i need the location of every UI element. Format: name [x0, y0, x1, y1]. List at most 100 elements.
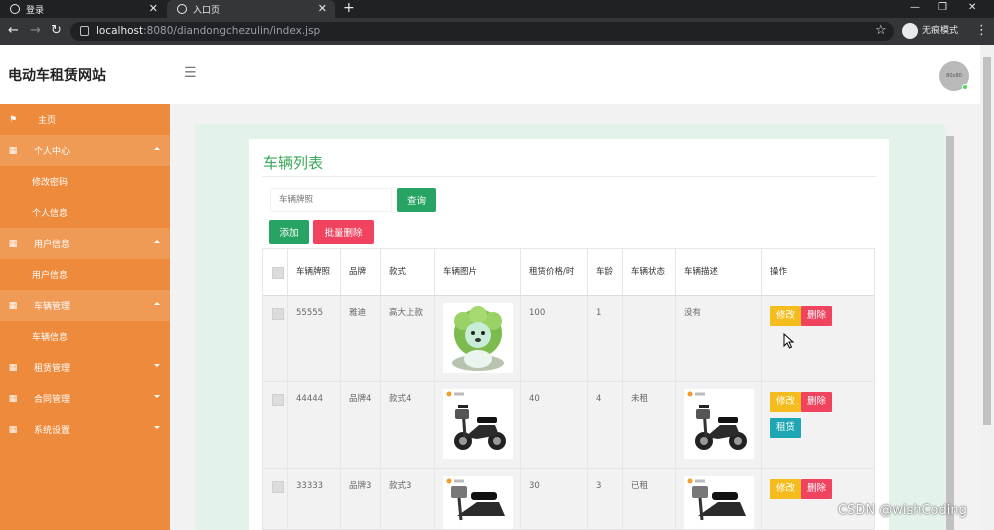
reload-icon[interactable]: ↻: [51, 23, 62, 39]
price-cell: 100: [521, 296, 588, 381]
plate-cell: 44444: [288, 382, 341, 468]
menu-toggle-icon[interactable]: ☰: [184, 65, 197, 81]
plate-cell: 33333: [288, 469, 341, 529]
sidebar-item-vehicle-management[interactable]: ▦ 车辆管理: [0, 290, 170, 321]
vehicle-image: [443, 303, 513, 373]
sidebar-item-label: 修改密码: [32, 178, 69, 188]
column-header: 操作: [762, 249, 874, 296]
browser-tab-login[interactable]: 登录 ✕: [0, 0, 166, 18]
address-bar[interactable]: localhost:8080/diandongchezulin/index.js…: [70, 22, 894, 41]
image-cell: [435, 382, 521, 468]
minimize-icon[interactable]: —: [910, 0, 920, 16]
back-icon[interactable]: ←: [8, 23, 19, 39]
style-cell: 款式3: [381, 469, 435, 529]
watermark: CSDN @wishCoding: [838, 503, 967, 518]
description-cell: 没有: [676, 296, 762, 381]
title-divider: [262, 176, 877, 177]
scooter-image: [443, 476, 513, 529]
actions-cell: 修改 删除: [762, 469, 874, 529]
caret-down-icon: [154, 364, 160, 367]
sidebar-item-user-info[interactable]: 用户信息: [0, 259, 170, 290]
close-tab-icon[interactable]: ✕: [318, 2, 327, 15]
delete-button[interactable]: 删除: [801, 306, 833, 326]
table-row: 33333 品牌3 款式3 30 3 已租 修改 删除: [263, 469, 874, 529]
status-cell: [623, 296, 676, 381]
plate-search-input[interactable]: [270, 188, 392, 212]
delete-button[interactable]: 删除: [801, 479, 833, 499]
grid-icon: ▦: [8, 393, 18, 404]
sidebar-item-change-password[interactable]: 修改密码: [0, 166, 170, 197]
globe-icon: [177, 4, 187, 14]
url-text[interactable]: localhost:8080/diandongchezulin/index.js…: [96, 22, 320, 41]
sidebar-item-label: 合同管理: [34, 395, 71, 405]
sidebar-item-system-settings[interactable]: ▦ 系统设置: [0, 414, 170, 445]
info-icon[interactable]: [80, 26, 89, 36]
sidebar-item-vehicle-info[interactable]: 车辆信息: [0, 321, 170, 352]
add-button[interactable]: 添加: [269, 220, 309, 244]
scrollbar-thumb[interactable]: [946, 136, 954, 530]
sidebar-item-personal-center[interactable]: ▦ 个人中心: [0, 135, 170, 166]
actions-cell: 修改 删除 租赁: [762, 382, 874, 468]
browser-tab-entry[interactable]: 入口页 ✕: [167, 0, 335, 18]
content-scrollbar[interactable]: [945, 124, 955, 530]
page-title: 车辆列表: [263, 154, 324, 172]
age-cell: 3: [588, 469, 623, 529]
description-cell: [676, 382, 762, 468]
image-cell: [435, 469, 521, 529]
sidebar-item-label: 系统设置: [34, 426, 71, 436]
bookmark-star-icon[interactable]: ☆: [875, 23, 887, 38]
row-select-cell: [263, 296, 288, 381]
scooter-image: [684, 389, 754, 459]
sidebar-item-label: 个人中心: [34, 147, 71, 157]
column-header: 车辆图片: [435, 249, 521, 296]
scooter-image: [684, 476, 754, 529]
sidebar-item-rental-management[interactable]: ▦ 租赁管理: [0, 352, 170, 383]
globe-icon: [10, 4, 20, 14]
sidebar-item-personal-info[interactable]: 个人信息: [0, 197, 170, 228]
sidebar-item-label: 个人信息: [32, 209, 69, 219]
brand-cell: 品牌3: [341, 469, 381, 529]
sidebar-item-user-info-group[interactable]: ▦ 用户信息: [0, 228, 170, 259]
status-cell: 未租: [623, 382, 676, 468]
sidebar-item-contract-management[interactable]: ▦ 合同管理: [0, 383, 170, 414]
avatar[interactable]: 80x80: [939, 61, 969, 91]
close-tab-icon[interactable]: ✕: [149, 2, 158, 15]
grid-icon: ▦: [8, 145, 18, 156]
rent-button[interactable]: 租赁: [770, 418, 802, 438]
row-checkbox[interactable]: [272, 394, 284, 406]
grid-icon: ▦: [8, 424, 18, 435]
query-button[interactable]: 查询: [397, 188, 436, 212]
sidebar-item-home[interactable]: ⚑ 主页: [0, 104, 170, 135]
app-header: 电动车租赁网站 ☰ 80x80: [0, 45, 994, 104]
scrollbar-thumb[interactable]: [983, 57, 991, 425]
batch-delete-button[interactable]: 批量删除: [313, 220, 374, 244]
edit-button[interactable]: 修改: [770, 392, 802, 412]
grid-icon: ▦: [8, 300, 18, 311]
grid-icon: ▦: [8, 362, 18, 373]
edit-button[interactable]: 修改: [770, 479, 802, 499]
column-header: 车龄: [588, 249, 623, 296]
column-header: 车辆描述: [676, 249, 762, 296]
sidebar-item-label: 车辆管理: [34, 302, 71, 312]
row-checkbox[interactable]: [272, 308, 284, 320]
incognito-icon: [902, 23, 918, 39]
caret-up-icon: [154, 302, 160, 305]
sidebar-item-label: 用户信息: [32, 271, 69, 281]
page-scrollbar[interactable]: [980, 45, 994, 530]
delete-button[interactable]: 删除: [801, 392, 833, 412]
browser-tab-strip: 登录 ✕ 入口页 ✕ + — ❐ ✕: [0, 0, 994, 18]
style-cell: 款式4: [381, 382, 435, 468]
new-tab-icon[interactable]: +: [343, 0, 355, 16]
close-window-icon[interactable]: ✕: [968, 0, 976, 16]
brand-cell: 品牌4: [341, 382, 381, 468]
plate-cell: 55555: [288, 296, 341, 381]
row-checkbox[interactable]: [272, 481, 284, 493]
row-select-cell: [263, 469, 288, 529]
select-all-checkbox[interactable]: [272, 267, 284, 279]
forward-icon[interactable]: →: [30, 23, 41, 39]
edit-button[interactable]: 修改: [770, 306, 802, 326]
restore-icon[interactable]: ❐: [938, 0, 947, 16]
flag-icon: ⚑: [8, 114, 18, 125]
sidebar-item-label: 用户信息: [34, 240, 71, 250]
browser-menu-icon[interactable]: ⋮: [975, 23, 988, 39]
